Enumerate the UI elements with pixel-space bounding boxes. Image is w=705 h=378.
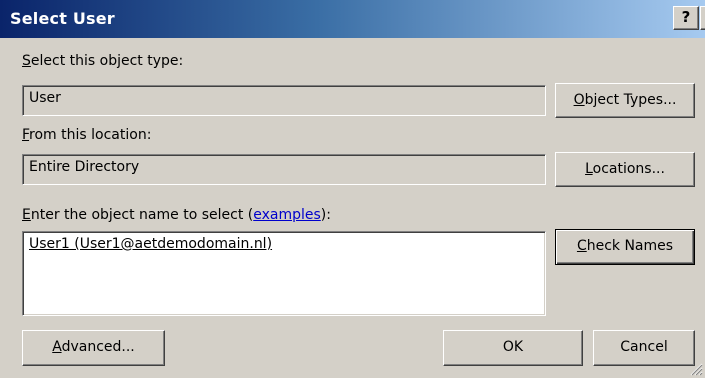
title-bar[interactable]: Select User ? X	[0, 0, 705, 38]
location-field: Entire Directory	[22, 154, 546, 185]
object-type-value: User	[29, 90, 61, 106]
help-icon: ?	[681, 8, 691, 26]
object-types-button-label: Object Types...	[574, 84, 677, 116]
object-name-label-text: nter the object name to select (	[30, 207, 254, 223]
cancel-button[interactable]: Cancel	[593, 330, 695, 366]
window-title: Select User	[10, 9, 115, 28]
object-type-label: Select this object type:	[22, 53, 183, 69]
locations-button-label: Locations...	[585, 153, 665, 185]
location-label-hotkey: F	[22, 127, 30, 143]
object-types-button-hotkey: O	[573, 92, 585, 108]
object-types-button-text: bject Types...	[584, 92, 677, 108]
object-name-label-hotkey: E	[22, 207, 31, 223]
check-names-button[interactable]: Check Names	[555, 229, 695, 265]
object-types-button[interactable]: Object Types...	[555, 83, 695, 118]
ok-button[interactable]: OK	[443, 330, 583, 366]
check-names-button-label: Check Names	[577, 230, 673, 262]
location-label-text: rom this location:	[29, 127, 152, 143]
location-value: Entire Directory	[29, 159, 140, 175]
object-name-label-end: ):	[320, 207, 331, 223]
select-user-dialog: Select User ? X Select this object type:…	[0, 0, 705, 378]
locations-button-text: ocations...	[592, 161, 665, 177]
object-type-label-hotkey: S	[22, 53, 31, 69]
advanced-button[interactable]: Advanced...	[22, 330, 165, 366]
locations-button-hotkey: L	[585, 161, 593, 177]
check-names-button-text: heck Names	[586, 238, 674, 254]
locations-button[interactable]: Locations...	[555, 152, 695, 187]
cancel-button-label: Cancel	[620, 339, 668, 355]
object-type-field: User	[22, 85, 546, 116]
object-name-input[interactable]: User1 (User1@aetdemodomain.nl)	[22, 231, 546, 316]
resolved-user-name[interactable]: User1 (User1@aetdemodomain.nl)	[29, 236, 272, 252]
advanced-button-hotkey: A	[52, 339, 62, 355]
object-type-label-text: elect this object type:	[30, 53, 184, 69]
advanced-button-text: dvanced...	[61, 339, 135, 355]
location-label: From this location:	[22, 127, 151, 143]
help-button[interactable]: ?	[673, 6, 699, 30]
advanced-button-label: Advanced...	[52, 331, 135, 363]
check-names-button-hotkey: C	[576, 238, 587, 254]
ok-button-label: OK	[502, 339, 524, 355]
object-name-label: Enter the object name to select (example…	[22, 207, 331, 223]
close-button[interactable]: X	[700, 6, 705, 30]
examples-link[interactable]: examples	[253, 207, 321, 223]
resize-grip-icon[interactable]	[689, 362, 703, 376]
